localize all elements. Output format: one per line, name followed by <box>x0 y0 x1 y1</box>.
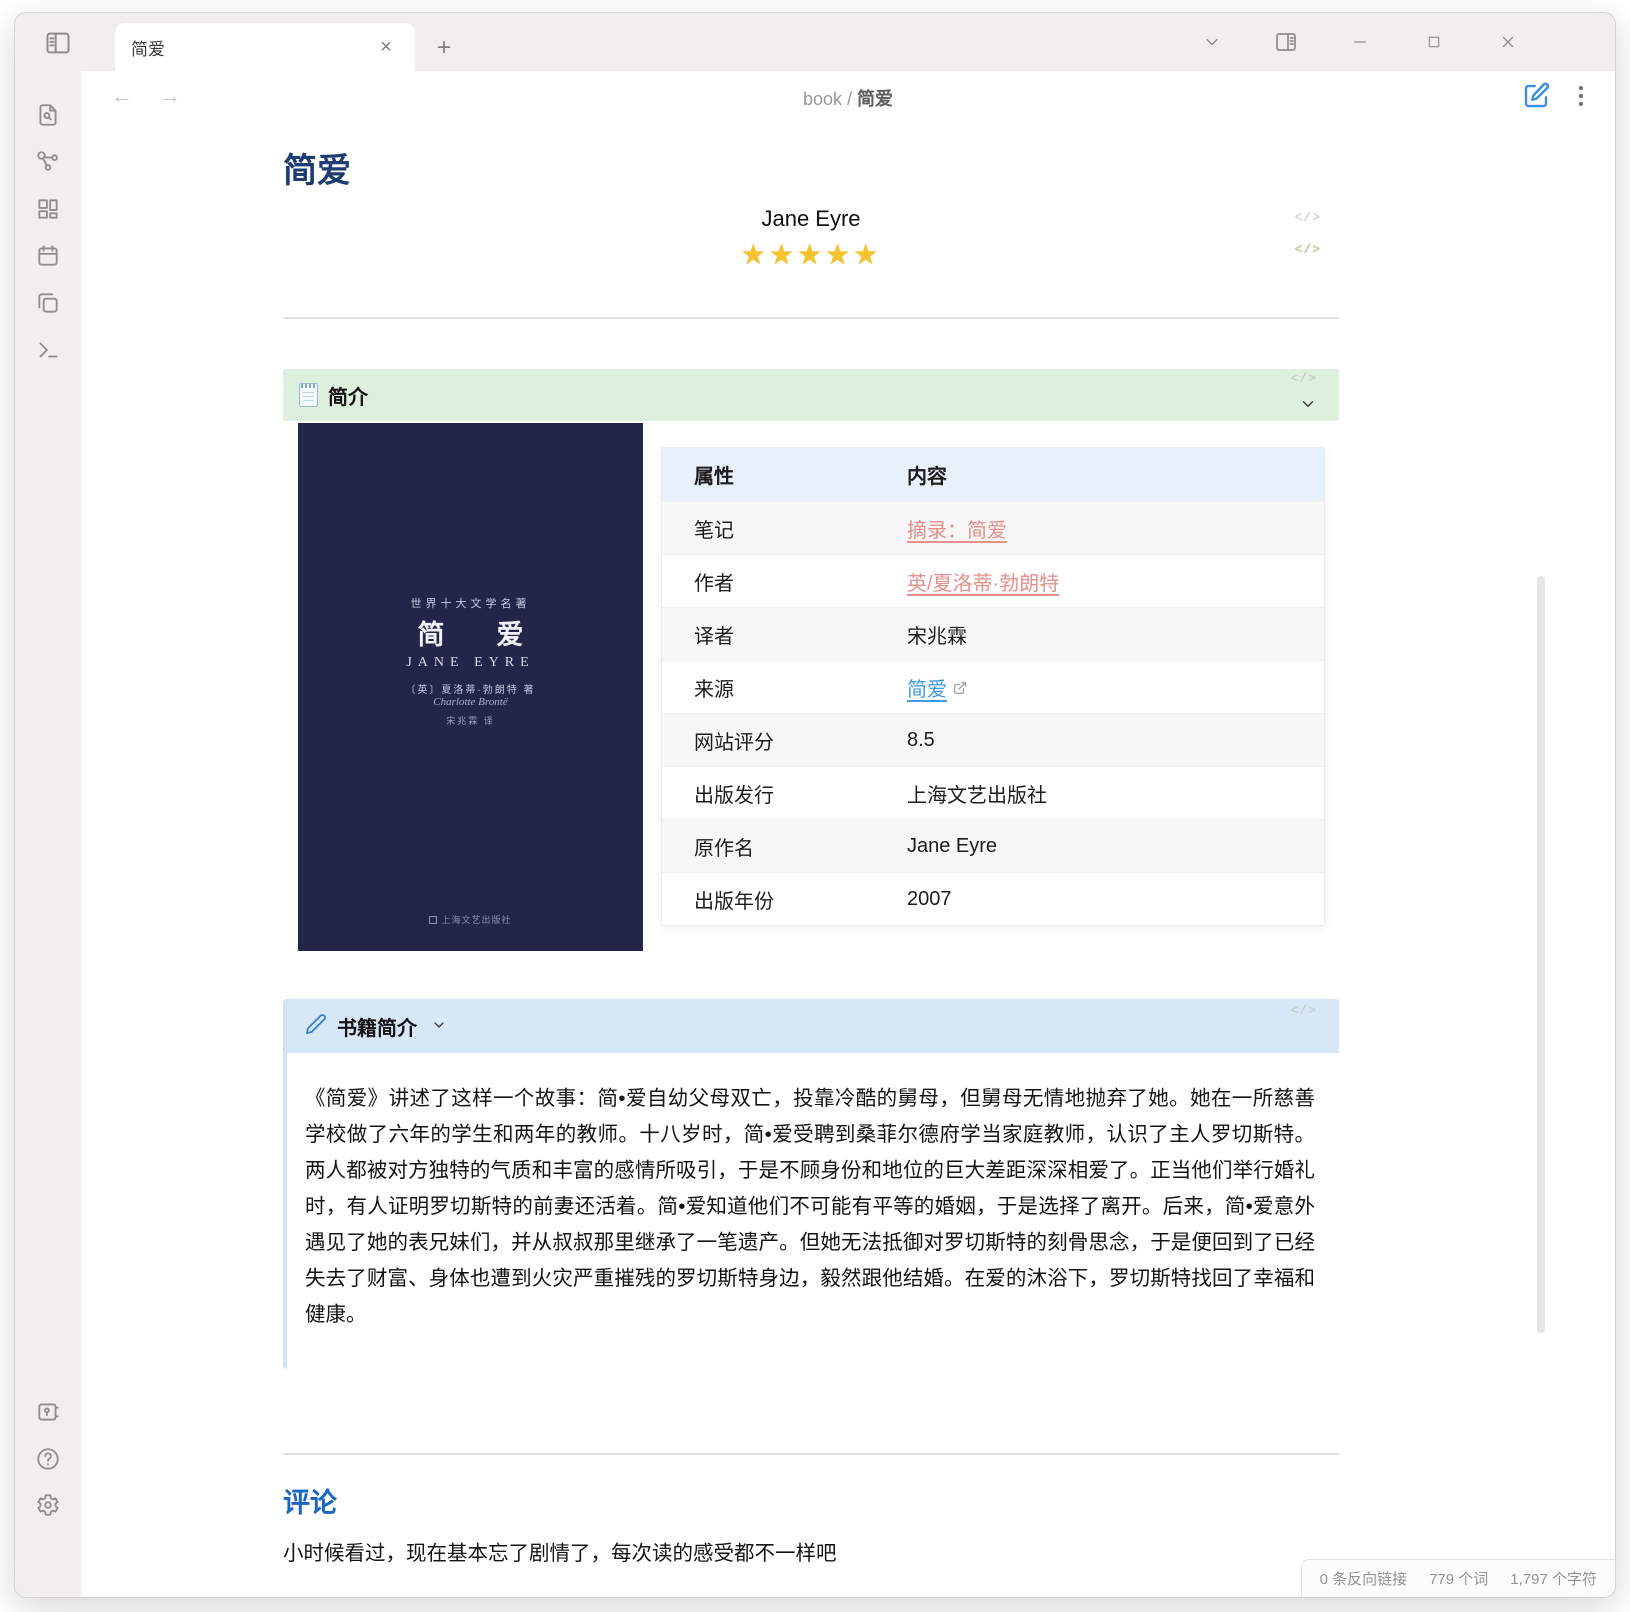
scrollbar[interactable] <box>1537 576 1545 1333</box>
callout-collapse-chevron-icon[interactable] <box>431 1017 447 1038</box>
editor-pane: ← → book / 简爱 简爱 Jane Eyre </> ★★★★★ </> <box>81 71 1615 1597</box>
app-window: 简爱 × + <box>14 12 1616 1598</box>
cover-title-zh: 简爱 <box>298 613 643 652</box>
notepad-icon <box>299 383 318 407</box>
cover-translator: 宋兆霖 译 <box>298 714 643 727</box>
window-minimize-button[interactable] <box>1345 27 1375 57</box>
tab-title: 简爱 <box>131 35 373 60</box>
char-count: 1,797 个字符 <box>1510 1568 1597 1589</box>
file-search-icon[interactable] <box>32 99 64 131</box>
code-block-edit-icon[interactable]: </> <box>1295 242 1321 257</box>
code-block-edit-icon[interactable]: </> <box>1295 210 1321 225</box>
settings-gear-icon[interactable] <box>32 1489 64 1521</box>
summary-callout: 书籍简介 </> 《简爱》讲述了这样一个故事：简•爱自幼父母双亡，投靠冷酷的舅母… <box>283 999 1339 1369</box>
calendar-icon[interactable] <box>32 240 64 272</box>
code-block-edit-icon[interactable]: </> <box>1291 1003 1317 1018</box>
status-bar: 0 条反向链接 779 个词 1,797 个字符 <box>1301 1559 1615 1597</box>
cover-title-en: JANE EYRE <box>298 655 643 671</box>
table-row: 原作名 Jane Eyre <box>662 819 1324 872</box>
table-row: 出版发行 上海文艺出版社 <box>662 766 1324 819</box>
left-sidebar-toggle-icon[interactable] <box>43 29 73 57</box>
comments-heading: 评论 <box>283 1481 1339 1520</box>
property-table: 属性 内容 笔记 摘录：简爱 作者 英/夏洛蒂·勃朗特 译者 <box>661 447 1325 926</box>
intro-callout-title: 简介 <box>328 381 368 410</box>
summary-callout-title: 书籍简介 <box>337 1012 417 1041</box>
window-close-button[interactable] <box>1493 27 1523 57</box>
note-content: 简爱 Jane Eyre </> ★★★★★ </> 简介 </> <box>283 123 1339 1566</box>
new-tab-button[interactable]: + <box>429 33 459 63</box>
callout-collapse-chevron-icon[interactable] <box>1299 395 1317 418</box>
rating-stars[interactable]: ★★★★★ <box>741 239 882 270</box>
internal-link[interactable]: 英/夏洛蒂·勃朗特 <box>907 573 1059 595</box>
external-link[interactable]: 简爱 <box>907 679 947 701</box>
divider <box>283 317 1339 319</box>
intro-callout-header[interactable]: 简介 <box>283 369 1339 421</box>
cover-author-zh: 〔英〕夏洛蒂·勃朗特 著 <box>298 681 643 696</box>
edit-mode-icon[interactable] <box>1521 81 1551 111</box>
table-row: 译者 宋兆霖 <box>662 607 1324 660</box>
pencil-icon <box>305 1013 327 1040</box>
cover-author-en: Charlotte Brontë <box>298 696 643 708</box>
table-header-row: 属性 内容 <box>662 448 1324 501</box>
window-maximize-button[interactable] <box>1419 27 1449 57</box>
code-block-edit-icon[interactable]: </> <box>1291 371 1317 386</box>
intro-callout: 简介 </> 世界十大文学名著 简爱 JANE EYRE 〔英〕夏洛蒂·勃朗特 … <box>283 369 1339 969</box>
internal-link[interactable]: 摘录：简爱 <box>907 520 1007 542</box>
table-row: 作者 英/夏洛蒂·勃朗特 <box>662 554 1324 607</box>
divider <box>283 1453 1339 1455</box>
tab-list-chevron-icon[interactable] <box>1197 27 1227 57</box>
graph-view-icon[interactable] <box>32 146 64 178</box>
table-row: 来源 简爱 <box>662 660 1324 713</box>
terminal-icon[interactable] <box>32 334 64 366</box>
cover-publisher: 上海文艺出版社 <box>298 913 643 926</box>
table-row: 网站评分 8.5 <box>662 713 1324 766</box>
publisher-logo <box>429 916 437 924</box>
page-title: 简爱 <box>283 143 1339 192</box>
vault-switcher-icon[interactable] <box>32 1396 64 1428</box>
book-cover-image: 世界十大文学名著 简爱 JANE EYRE 〔英〕夏洛蒂·勃朗特 著 Charl… <box>298 423 643 951</box>
breadcrumb[interactable]: book / 简爱 <box>81 85 1615 111</box>
tab-close-icon[interactable]: × <box>373 34 399 60</box>
more-options-icon[interactable] <box>1573 81 1589 111</box>
word-count: 779 个词 <box>1429 1568 1488 1589</box>
left-ribbon <box>15 71 81 1597</box>
summary-callout-header[interactable]: 书籍简介 <box>287 999 1339 1053</box>
right-sidebar-toggle-icon[interactable] <box>1271 27 1301 57</box>
tab-jane-eyre[interactable]: 简爱 × <box>115 23 415 71</box>
cover-series-text: 世界十大文学名著 <box>298 595 643 611</box>
intro-callout-body: 世界十大文学名著 简爱 JANE EYRE 〔英〕夏洛蒂·勃朗特 著 Charl… <box>283 421 1339 969</box>
external-link-icon <box>953 678 967 701</box>
table-row: 出版年份 2007 <box>662 872 1324 925</box>
view-header: ← → book / 简爱 <box>81 71 1615 123</box>
dashboard-icon[interactable] <box>32 193 64 225</box>
help-icon[interactable] <box>32 1443 64 1475</box>
backlinks-count[interactable]: 0 条反向链接 <box>1320 1568 1408 1589</box>
table-row: 笔记 摘录：简爱 <box>662 501 1324 554</box>
book-summary-text: 《简爱》讲述了这样一个故事：简•爱自幼父母双亡，投靠冷酷的舅母，但舅母无情地抛弃… <box>287 1053 1339 1369</box>
copy-files-icon[interactable] <box>32 287 64 319</box>
comment-text: 小时候看过，现在基本忘了剧情了，每次读的感受都不一样吧 <box>283 1536 1339 1566</box>
book-subtitle: Jane Eyre <box>761 206 860 231</box>
tab-bar: 简爱 × + <box>15 13 1615 71</box>
